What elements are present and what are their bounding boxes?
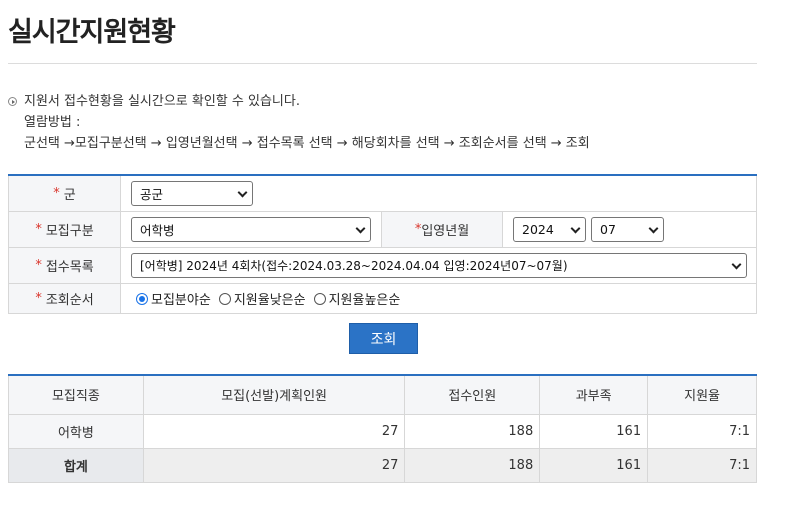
category-select[interactable]: 어학병: [131, 217, 371, 242]
list-select[interactable]: [어학병] 2024년 4회차(접수:2024.03.28~2024.04.04…: [131, 253, 747, 278]
title-divider: [8, 63, 757, 64]
results-table: 모집직종 모집(선발)계획인원 접수인원 과부족 지원율 어학병 27 188 …: [8, 374, 757, 483]
chevron-down-icon: [570, 223, 581, 234]
cell-planned: 27: [142, 413, 406, 449]
order-row: * 조회순서 모집분야순 지원율낮은순 지원율높은순: [8, 284, 757, 314]
list-select-value: [어학병] 2024년 4회차(접수:2024.03.28~2024.04.04…: [140, 259, 568, 273]
branch-label-text: 군: [63, 188, 76, 203]
required-mark: *: [35, 222, 42, 237]
info-line-2: 열람방법 :: [24, 115, 81, 130]
list-label: * 접수목록: [9, 248, 121, 283]
required-mark: *: [35, 291, 42, 306]
order-radio-high[interactable]: 지원율높은순: [313, 289, 401, 308]
category-label-text: 모집구분: [45, 224, 94, 239]
branch-label: * 군: [9, 176, 121, 211]
list-label-text: 접수목록: [45, 260, 94, 275]
list-row: * 접수목록 [어학병] 2024년 4회차(접수:2024.03.28~202…: [8, 248, 757, 284]
cell-applied: 188: [404, 413, 541, 449]
branch-row: * 군 공군: [8, 176, 757, 212]
enlist-label: * 입영년월: [381, 212, 503, 247]
enlist-month-select[interactable]: 07: [591, 217, 664, 242]
cell-rate: 7:1: [647, 413, 757, 449]
chevron-down-icon: [237, 187, 248, 198]
info-line-3: 군선택 →모집구분선택 → 입영년월선택 → 접수목록 선택 → 해당회차를 선…: [24, 136, 590, 151]
column-header: 모집직종: [8, 374, 144, 415]
page-title: 실시간지원현황: [8, 17, 176, 48]
table-row: 어학병 27 188 161 7:1: [8, 413, 757, 449]
info-box: 지원서 접수현황을 실시간으로 확인할 수 있습니다. 열람방법 : 군선택 →…: [8, 91, 768, 154]
search-form: * 군 공군 * 모집구분 어학병 * 입영년월 2024 07 * 접수목록 …: [8, 174, 757, 314]
enlist-label-text: 입영년월: [421, 224, 470, 239]
table-header-row: 모집직종 모집(선발)계획인원 접수인원 과부족 지원율: [8, 374, 757, 415]
required-mark: *: [53, 186, 60, 201]
column-header: 과부족: [539, 374, 649, 415]
cell-total-label: 합계: [8, 447, 144, 483]
order-radio-low[interactable]: 지원율낮은순: [218, 289, 306, 308]
category-row: * 모집구분 어학병 * 입영년월 2024 07: [8, 212, 757, 248]
order-label: * 조회순서: [9, 284, 121, 313]
chevron-down-icon: [355, 223, 366, 234]
required-mark: *: [35, 258, 42, 273]
column-header: 모집(선발)계획인원: [142, 374, 406, 415]
order-label-text: 조회순서: [45, 293, 94, 308]
branch-select[interactable]: 공군: [131, 181, 253, 206]
radio-icon: [313, 292, 326, 305]
column-header: 접수인원: [404, 374, 541, 415]
branch-select-value: 공군: [140, 187, 164, 202]
order-option-label: 모집분야순: [151, 293, 211, 308]
bullet-arrow-icon: [8, 97, 17, 106]
enlist-year-select[interactable]: 2024: [513, 217, 586, 242]
order-option-label: 지원율높은순: [328, 293, 401, 308]
cell-total-planned: 27: [142, 447, 406, 483]
radio-checked-icon: [136, 292, 148, 305]
category-label: * 모집구분: [9, 212, 121, 247]
enlist-month-value: 07: [600, 222, 616, 237]
cell-total-applied: 188: [404, 447, 541, 483]
chevron-down-icon: [731, 259, 742, 270]
category-select-value: 어학병: [140, 223, 175, 238]
enlist-year-value: 2024: [522, 222, 554, 237]
cell-total-rate: 7:1: [647, 447, 757, 483]
cell-total-diff: 161: [539, 447, 649, 483]
column-header: 지원율: [647, 374, 757, 415]
search-button[interactable]: 조회: [349, 323, 418, 354]
info-line-1: 지원서 접수현황을 실시간으로 확인할 수 있습니다.: [24, 94, 300, 109]
radio-icon: [218, 292, 231, 305]
cell-type: 어학병: [8, 413, 144, 449]
cell-diff: 161: [539, 413, 649, 449]
chevron-down-icon: [648, 223, 659, 234]
table-total-row: 합계 27 188 161 7:1: [8, 447, 757, 483]
order-option-label: 지원율낮은순: [233, 293, 306, 308]
order-radio-field[interactable]: 모집분야순: [136, 289, 211, 308]
